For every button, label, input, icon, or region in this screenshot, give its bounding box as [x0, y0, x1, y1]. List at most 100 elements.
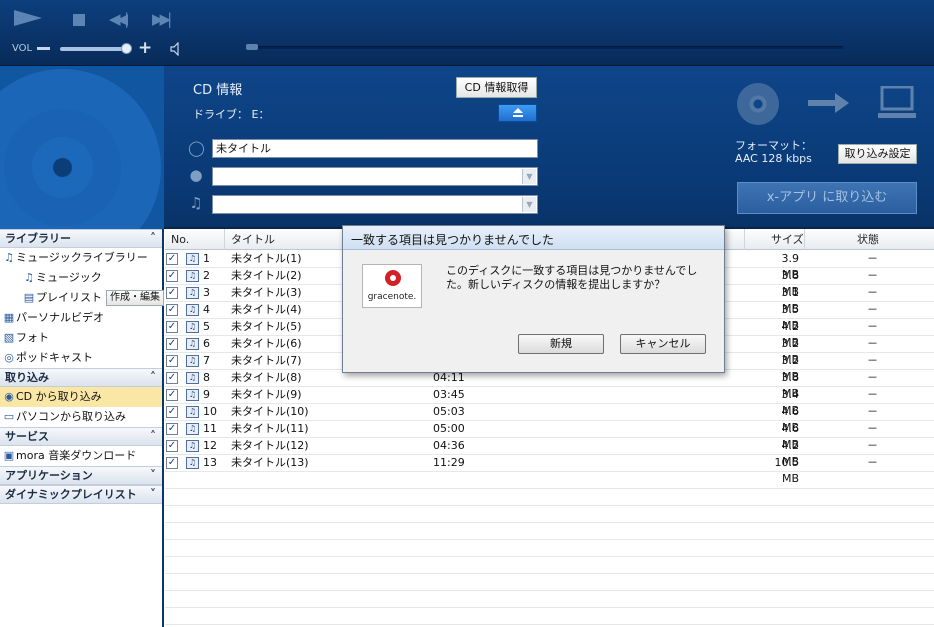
chevron-up-icon[interactable]: ˄: [150, 369, 156, 386]
track-title: 未タイトル(3): [231, 286, 302, 299]
dialog-title-bar[interactable]: 一致する項目は見つかりませんでした: [343, 226, 724, 250]
track-checkbox[interactable]: ✓: [166, 457, 178, 469]
sidebar-item-label: ミュージックライブラリー: [16, 251, 148, 264]
next-track-button[interactable]: ▶▶|: [152, 12, 172, 27]
chevron-up-icon[interactable]: ˄: [150, 230, 156, 247]
music-note-icon: ♫: [186, 389, 199, 401]
sidebar: ライブラリー ˄ ♫ ミュージックライブラリー ♫ ミュージック ▤ プレイリスト 作成・編集 ▦…: [0, 229, 164, 627]
track-number: 12: [203, 439, 217, 452]
cd-disc-icon: [0, 69, 161, 229]
seek-bar[interactable]: [246, 46, 843, 49]
track-checkbox[interactable]: ✓: [166, 253, 178, 265]
table-row-empty: [165, 608, 934, 625]
column-header-state[interactable]: 状態: [805, 229, 934, 250]
play-button[interactable]: [14, 10, 42, 26]
previous-track-button[interactable]: ◀◀|: [109, 12, 129, 27]
sidebar-section-header[interactable]: 取り込み ˄: [0, 368, 162, 387]
sidebar-item[interactable]: ◎ ポッドキャスト: [0, 348, 162, 368]
track-state: －: [867, 337, 878, 350]
speaker-icon[interactable]: [170, 42, 184, 56]
table-row[interactable]: ✓ ♫ 11 未タイトル(11) 05:00 4.6 MB －: [165, 421, 934, 451]
track-checkbox[interactable]: ✓: [166, 440, 178, 452]
track-title: 未タイトル(5): [231, 320, 302, 333]
sidebar-item[interactable]: ▤ プレイリスト 作成・編集: [0, 288, 164, 308]
sidebar-item[interactable]: ▦ パーソナルビデオ: [0, 308, 162, 328]
track-checkbox[interactable]: ✓: [166, 321, 178, 333]
track-title: 未タイトル(1): [231, 252, 302, 265]
track-checkbox[interactable]: ✓: [166, 372, 178, 384]
get-cd-info-button[interactable]: CD 情報取得: [456, 77, 537, 98]
chevron-down-icon[interactable]: ˅: [150, 486, 156, 503]
music-note-icon: ♫: [4, 251, 14, 264]
music-note-icon: ♫: [186, 287, 199, 299]
track-number: 4: [203, 303, 210, 316]
format-value: AAC 128 kbps: [735, 152, 812, 165]
track-state: －: [867, 388, 878, 401]
sidebar-section-header[interactable]: アプリケーション ˅: [0, 466, 162, 485]
volume-slider[interactable]: [60, 47, 128, 51]
sidebar-item[interactable]: ▭ パソコンから取り込み: [0, 407, 162, 427]
chevron-down-icon[interactable]: ▼: [522, 169, 536, 184]
sidebar-item[interactable]: ♫ ミュージックライブラリー: [0, 248, 162, 268]
gracenote-logo-text: gracenote.: [367, 292, 417, 302]
track-state: －: [867, 252, 878, 265]
dialog-title: 一致する項目は見つかりませんでした: [351, 233, 555, 247]
sidebar-item[interactable]: ♫ ミュージック: [0, 268, 162, 288]
sidebar-item[interactable]: ▧ フォト: [0, 328, 162, 348]
sidebar-item-label: CD から取り込み: [16, 390, 102, 403]
track-checkbox[interactable]: ✓: [166, 270, 178, 282]
playlist-create-edit-button[interactable]: 作成・編集: [106, 290, 164, 306]
column-header-no[interactable]: No.: [165, 229, 225, 250]
track-checkbox[interactable]: ✓: [166, 389, 178, 401]
table-row[interactable]: ✓ ♫ 13 未タイトル(13) 11:29 10.5 MB －: [165, 455, 934, 485]
album-title-field[interactable]: 未タイトル: [212, 139, 538, 158]
dialog-body: gracenote. このディスクに一致する項目は見つかりませんでした。新しいデ…: [346, 251, 721, 368]
table-row[interactable]: ✓ ♫ 10 未タイトル(10) 05:03 4.6 MB －: [165, 404, 934, 434]
rip-settings-button[interactable]: 取り込み設定: [838, 144, 917, 164]
stop-button[interactable]: [73, 14, 85, 26]
new-button[interactable]: 新規: [518, 334, 604, 354]
sidebar-item-label: mora 音楽ダウンロード: [16, 449, 137, 462]
sidebar-item[interactable]: ▣ mora 音楽ダウンロード: [0, 446, 162, 466]
track-state: －: [867, 286, 878, 299]
table-row-empty: [165, 557, 934, 574]
music-note-icon: ♫: [186, 355, 199, 367]
sidebar-section-header[interactable]: サービス ˄: [0, 427, 162, 446]
table-row-empty: [165, 523, 934, 540]
podcast-icon: ◎: [4, 351, 14, 364]
sidebar-item-label: パソコンから取り込み: [16, 410, 126, 423]
cd-artwork: [0, 66, 164, 229]
track-state: －: [867, 303, 878, 316]
table-row[interactable]: ✓ ♫ 12 未タイトル(12) 04:36 4.2 MB －: [165, 438, 934, 468]
genre-icon: ♫: [189, 194, 203, 212]
column-header-size[interactable]: サイズ: [745, 229, 805, 250]
chevron-up-icon[interactable]: ˄: [150, 428, 156, 445]
seek-bar-handle[interactable]: [246, 44, 258, 50]
track-checkbox[interactable]: ✓: [166, 287, 178, 299]
track-checkbox[interactable]: ✓: [166, 423, 178, 435]
cancel-button[interactable]: キャンセル: [620, 334, 706, 354]
volume-down-button[interactable]: [37, 47, 50, 50]
table-row-empty: [165, 489, 934, 506]
volume-slider-handle[interactable]: [121, 43, 132, 54]
import-to-x-app-button[interactable]: x-アプリ に取り込む: [737, 182, 917, 214]
drive-label: ドライブ： E：: [193, 108, 270, 121]
computer-icon: [878, 86, 916, 118]
artist-combo[interactable]: ▼: [212, 167, 538, 186]
sidebar-section-header[interactable]: ライブラリー ˄: [0, 229, 162, 248]
sidebar-section-header[interactable]: ダイナミックプレイリスト ˅: [0, 485, 162, 504]
volume-up-button[interactable]: +: [138, 40, 152, 57]
track-checkbox[interactable]: ✓: [166, 406, 178, 418]
chevron-down-icon[interactable]: ˅: [150, 467, 156, 484]
sidebar-item[interactable]: ◉ CD から取り込み: [0, 387, 162, 407]
track-state: －: [867, 354, 878, 367]
table-row-empty: [165, 472, 934, 489]
playlist-icon: ▤: [23, 291, 35, 304]
table-row[interactable]: ✓ ♫ 9 未タイトル(9) 03:45 3.4 MB －: [165, 387, 934, 417]
track-checkbox[interactable]: ✓: [166, 355, 178, 367]
chevron-down-icon[interactable]: ▼: [522, 197, 536, 212]
track-checkbox[interactable]: ✓: [166, 304, 178, 316]
track-checkbox[interactable]: ✓: [166, 338, 178, 350]
genre-combo[interactable]: ▼: [212, 195, 538, 214]
eject-button[interactable]: [498, 104, 537, 122]
